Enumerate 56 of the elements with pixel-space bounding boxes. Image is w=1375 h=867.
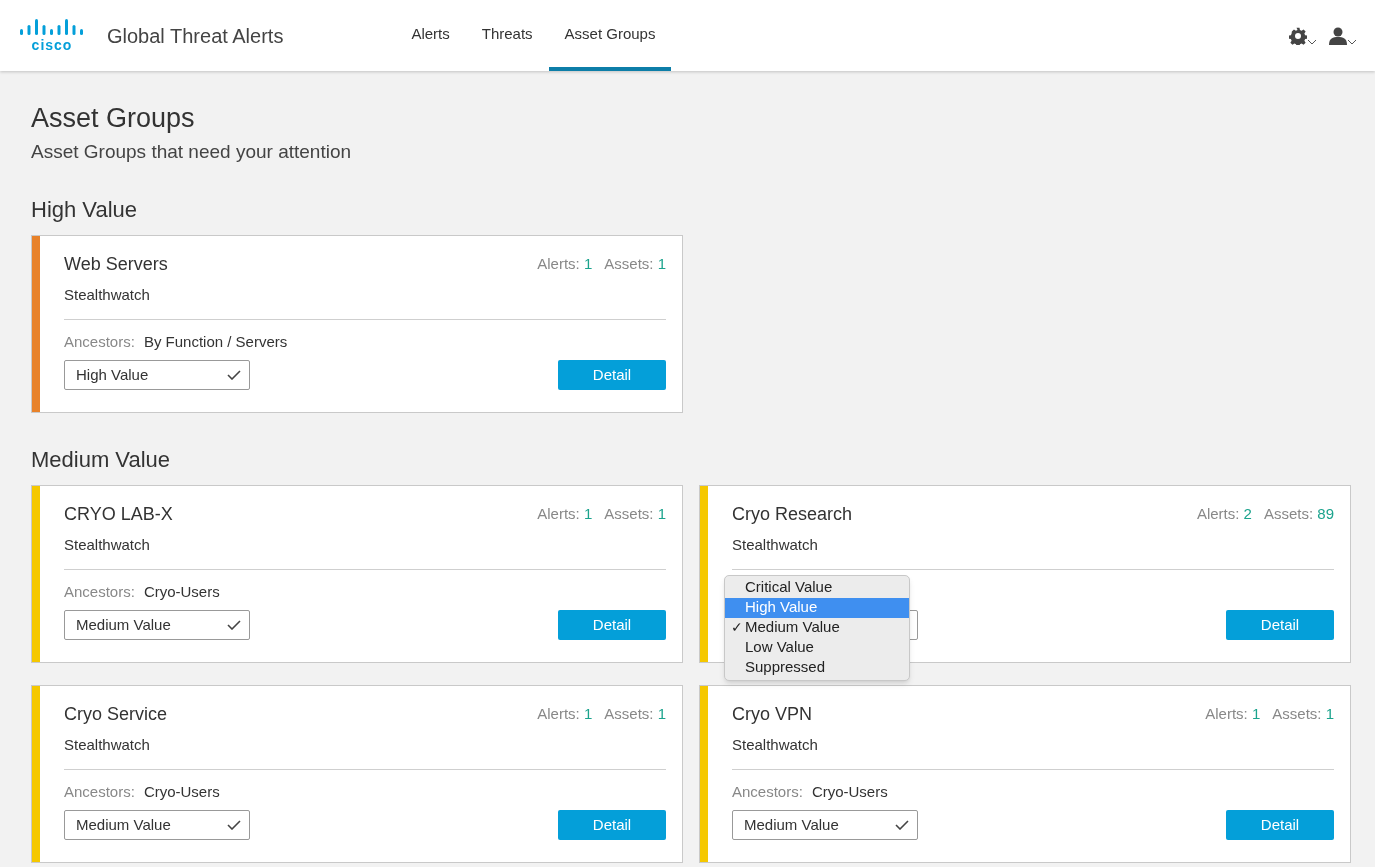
ancestors-path: Cryo-Users xyxy=(811,782,888,801)
section-title: Medium Value xyxy=(31,445,171,474)
assets-count: Assets: 1 xyxy=(604,703,666,724)
card-source: Stealthwatch xyxy=(64,734,151,755)
card-source: Stealthwatch xyxy=(732,534,819,555)
chevron-down-icon xyxy=(1307,38,1317,45)
settings-menu-button[interactable] xyxy=(1289,26,1317,45)
check-icon xyxy=(227,820,241,830)
assets-count: Assets: 1 xyxy=(604,253,666,274)
card-title: CRYO LAB-X xyxy=(64,502,173,526)
card-title: Cryo Service xyxy=(64,702,168,726)
logo-icon xyxy=(19,18,85,35)
alerts-count: Alerts: 1 xyxy=(1205,703,1261,724)
card-title: Web Servers xyxy=(64,252,168,276)
card-source: Stealthwatch xyxy=(64,534,151,555)
chevron-down-icon xyxy=(1347,38,1357,45)
alerts-count: Alerts: 1 xyxy=(537,503,593,524)
nav-tab[interactable]: Asset Groups xyxy=(548,0,672,71)
value-select[interactable]: Medium Value xyxy=(732,810,918,840)
dropdown-option[interactable]: ✓Medium Value xyxy=(725,617,909,638)
ancestors-path: By Function / Servers xyxy=(143,332,288,351)
ancestors-label: Ancestors: xyxy=(732,782,803,801)
check-icon xyxy=(227,370,241,380)
nav-tab[interactable]: Alerts xyxy=(395,0,466,71)
app-title: Global Threat Alerts xyxy=(107,23,284,49)
nav-tab[interactable]: Threats xyxy=(465,0,549,71)
value-select[interactable]: Medium Value xyxy=(64,810,250,840)
ancestors-label: Ancestors: xyxy=(64,582,135,601)
settings-icon xyxy=(1289,26,1307,45)
value-select[interactable]: High Value xyxy=(64,360,250,390)
dropdown-option[interactable]: Critical Value xyxy=(725,577,909,598)
user-icon xyxy=(1329,26,1347,45)
alerts-count: Alerts: 1 xyxy=(537,253,593,274)
check-icon xyxy=(895,820,909,830)
ancestors-path: Cryo-Users xyxy=(143,582,220,601)
page-title: Asset Groups xyxy=(31,102,196,135)
section-title: High Value xyxy=(31,195,138,224)
assets-count: Assets: 1 xyxy=(1272,703,1334,724)
value-select[interactable]: Medium Value xyxy=(64,610,250,640)
ancestors-label: Ancestors: xyxy=(64,782,135,801)
dropdown-option[interactable]: Low Value xyxy=(725,637,909,658)
ancestors-path: Cryo-Users xyxy=(143,782,220,801)
card-title: Cryo VPN xyxy=(732,702,812,726)
logo-wordmark: cisco xyxy=(31,37,73,53)
alerts-count: Alerts: 1 xyxy=(537,703,593,724)
ancestors-label: Ancestors: xyxy=(64,332,135,351)
dropdown-option[interactable]: Suppressed xyxy=(725,657,909,678)
card-source: Stealthwatch xyxy=(732,734,819,755)
assets-count: Assets: 1 xyxy=(604,503,666,524)
assets-count: Assets: 89 xyxy=(1263,503,1334,524)
alerts-count: Alerts: 2 xyxy=(1196,503,1252,524)
check-icon xyxy=(227,620,241,630)
page-subtitle: Asset Groups that need your attention xyxy=(31,140,353,164)
user-menu-button[interactable] xyxy=(1329,26,1357,45)
card-title: Cryo Research xyxy=(732,502,853,526)
card-source: Stealthwatch xyxy=(64,284,151,305)
